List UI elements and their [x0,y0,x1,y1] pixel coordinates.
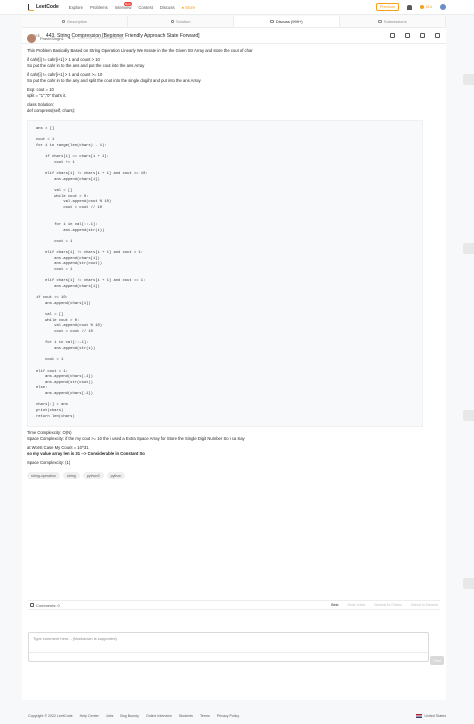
comments-count: Comments: 0 [30,603,60,608]
vote-value: 0 [72,36,75,40]
nav-explore[interactable]: Explore [69,5,83,10]
footer-help-center[interactable]: Help Center [80,714,99,718]
coins-counter[interactable]: 814 [420,5,432,9]
paragraph: if cahr[i] != cahr[i+1] > 1 and count > … [27,57,417,69]
region-label: United States [424,714,446,718]
us-flag-icon [416,714,423,718]
nav-interview[interactable]: Interview New [115,1,133,10]
user-avatar[interactable] [440,4,446,10]
text-line: So put the cahr in to the ans and put th… [27,63,145,68]
paragraph: class Solution: def compress(self, chars)… [27,102,417,114]
discuss-icon [270,19,274,24]
author-avatar[interactable] [27,33,36,43]
sort-newest[interactable]: Newest to Oldest [374,603,401,607]
paragraph: Space Complexcity: (1) [27,460,417,466]
paragraph: This Problem Basically Based on String O… [27,48,417,54]
code-line: return len(chars) [36,414,75,419]
description-icon [61,19,66,24]
author-name[interactable]: PravinSingh1 [40,36,64,41]
region-selector[interactable]: United States [416,714,446,718]
side-panel-icon-3[interactable] [463,410,474,421]
footer-online-interview[interactable]: Online Interview [146,714,172,718]
footer-bug-bounty[interactable]: Bug Bounty [120,714,139,718]
tab-submissions[interactable]: Submissions [340,16,446,27]
text-line: def compress(self, chars): [27,108,76,113]
premium-button[interactable]: Premium [375,3,400,11]
tag-list: string-operation string python3 python [27,472,417,480]
vote-count[interactable]: ▲ 0 [68,36,75,40]
footer-privacy-policy[interactable]: Privacy Policy [217,714,239,718]
tab-solution[interactable]: Solution [128,16,234,27]
comment-box-divider [29,652,428,653]
text-line: So put the cahr in to the any and split … [27,78,201,83]
nav-store[interactable]: ● Store [182,5,196,10]
solution-icon [170,19,175,24]
edit-icon[interactable] [420,33,425,38]
comment-sort-options: Best Most Votes Newest to Oldest Oldest … [331,603,438,607]
tab-description[interactable]: Description [22,16,128,27]
tag-chip[interactable]: python3 [82,472,104,480]
leetcode-logo[interactable]: LeetCode [28,3,59,11]
coins-value: 814 [425,5,432,9]
text-line: so my value array len is 31 --> Consider… [27,451,145,457]
paragraph: Exp: cout = 10 split = "1","0" that's it. [27,87,417,99]
footer-jobs[interactable]: Jobs [106,714,114,718]
text-line: split = "1","0" that's it. [27,93,67,98]
nav-contest[interactable]: Contest [138,5,152,10]
footer-terms[interactable]: Terms [200,714,210,718]
nav-right-group: Premium 814 [375,3,446,11]
nav-store-label: Store [185,4,196,10]
submissions-icon [378,19,382,24]
tab-discuss[interactable]: Discuss (999+) [234,16,340,27]
text-line: Space Complexcity: (1) [27,460,71,466]
nav-problems[interactable]: Problems [90,5,108,10]
paragraph: if cahr[i] != cahr[i+1] > 1 and count >=… [27,72,417,84]
delete-icon[interactable] [435,33,440,38]
paragraph: at Worst Case My Count = 10^31 so my valu… [27,445,417,457]
new-badge: New [123,1,133,6]
side-panel-icon-1[interactable] [463,74,474,85]
tab-solution-label: Solution [176,19,191,24]
fire-icon [420,5,425,9]
side-panel-icon-2[interactable] [463,243,474,254]
author-row: PravinSingh1 ▲ 0 Last Edit: a few second… [27,31,417,45]
side-panel-icon-4[interactable] [463,578,474,589]
text-line: Space Complexcity: if the my cout >= 10 … [27,436,245,442]
nav-discuss[interactable]: Discuss [160,5,175,10]
comment-icon [30,603,34,607]
tag-chip[interactable]: python [106,472,126,480]
sort-oldest[interactable]: Oldest to Newest [411,603,438,607]
tab-discuss-label: Discuss (999+) [275,19,303,24]
problem-tabs: Description Solution Discuss (999+) Subm… [22,16,446,28]
tab-description-label: Description [67,19,88,24]
footer-students[interactable]: Students [179,714,193,718]
copyright: Copyright © 2022 LeetCode [28,714,73,718]
post-body-after: Time Complexcity: O(N) Space Complexcity:… [27,430,417,466]
paragraph: Time Complexcity: O(N) Space Complexcity:… [27,430,417,442]
sort-best[interactable]: Best [331,603,338,607]
post-content: PravinSingh1 ▲ 0 Last Edit: a few second… [27,31,423,480]
comment-input[interactable] [33,636,424,646]
text-line: This Problem Basically Based on String O… [27,48,253,53]
comments-bar: Comments: 0 Best Most Votes Newest to Ol… [28,600,440,610]
tag-chip[interactable]: string [62,472,80,480]
comment-box [28,632,429,662]
code-block: ans = [] cout = 1 for i in range(len(chars… [27,120,423,428]
edit-timestamp: Last Edit: a few seconds ago [78,36,125,40]
post-body: This Problem Basically Based on String O… [27,48,417,114]
top-navbar: LeetCode Explore Problems Interview New C… [0,0,474,15]
leetcode-logo-icon [28,3,34,11]
sort-most-votes[interactable]: Most Votes [347,603,365,607]
post-comment-button[interactable]: Post [430,656,444,665]
brand-name: LeetCode [36,4,59,10]
tab-submissions-label: Submissions [383,19,407,24]
comments-label: Comments: 0 [36,602,60,608]
tag-chip[interactable]: string-operation [27,472,60,480]
bell-icon[interactable] [407,4,413,10]
footer: Copyright © 2022 LeetCode Help Center Jo… [0,708,474,724]
